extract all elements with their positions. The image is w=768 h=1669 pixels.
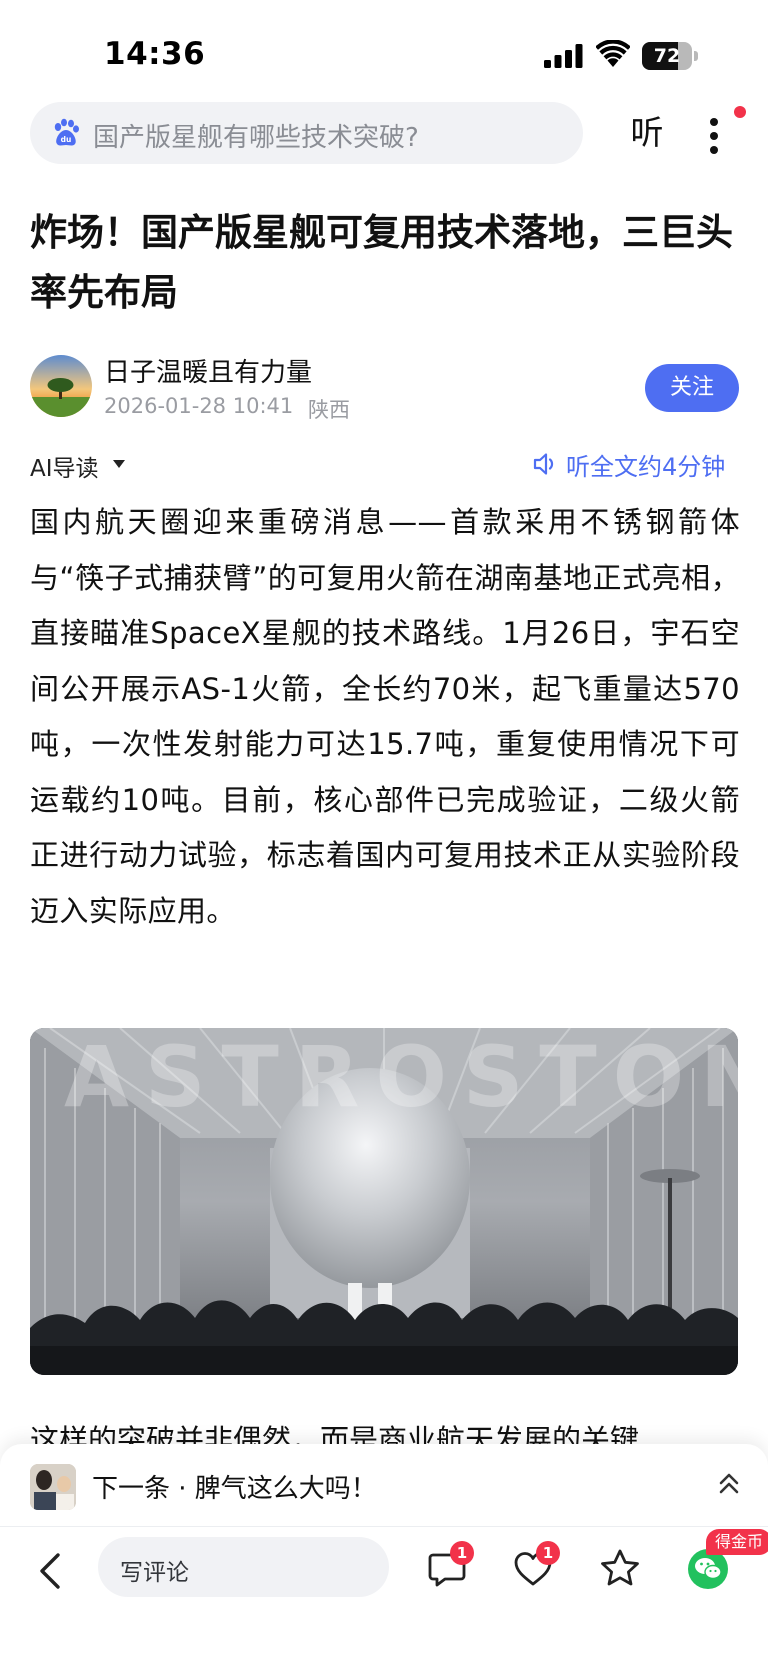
publish-time: 2026-01-28 10:41	[104, 394, 294, 418]
double-chevron-up-icon[interactable]	[716, 1471, 742, 1497]
star-icon[interactable]	[598, 1547, 642, 1591]
earn-coins-badge: 得金币	[706, 1529, 768, 1555]
author-name[interactable]: 日子温暖且有力量	[104, 352, 312, 389]
listen-button[interactable]: 听	[622, 108, 672, 158]
comment-input[interactable]: 写评论	[98, 1537, 389, 1597]
like-count-badge: 1	[536, 1541, 560, 1565]
notification-dot	[734, 106, 746, 118]
article-title: 炸场！国产版星舰可复用技术落地，三巨头率先布局	[30, 211, 733, 314]
battery-indicator: 72	[642, 42, 698, 70]
photo-watermark: ASTROSTONE	[64, 1028, 738, 1126]
baidu-paw-icon: du	[54, 118, 79, 146]
article-screen: 14:36 72 du 国产版星舰有哪些技术突破? 听 炸场！国产版星舰可复用技…	[0, 0, 768, 1669]
article-photo[interactable]: ASTROSTONE	[30, 1028, 738, 1375]
more-menu-button[interactable]	[696, 108, 732, 164]
comment-placeholder: 写评论	[120, 1560, 189, 1586]
search-placeholder: 国产版星舰有哪些技术突破?	[93, 123, 419, 153]
comment-count-badge: 1	[450, 1541, 474, 1565]
next-article-label: 下一条 · 脾气这么大吗！	[92, 1474, 377, 1504]
cellular-signal-icon	[544, 44, 583, 68]
svg-text:du: du	[61, 135, 72, 144]
listen-full-article-button[interactable]: 听全文约4分钟	[532, 447, 742, 481]
wifi-icon	[596, 40, 630, 67]
battery-percent: 72	[653, 45, 681, 67]
status-time: 14:36	[104, 36, 206, 72]
rocket-hangar-photo: ASTROSTONE	[30, 1028, 738, 1375]
search-input[interactable]: du 国产版星舰有哪些技术突破?	[30, 102, 583, 164]
follow-button[interactable]: 关注	[645, 364, 739, 412]
publish-location: 陕西	[308, 398, 350, 422]
next-article-thumbnail	[30, 1464, 76, 1510]
status-bar: 14:36 72	[0, 0, 768, 96]
caret-down-icon	[113, 460, 125, 468]
back-arrow-icon[interactable]	[34, 1549, 68, 1593]
ai-guide-toggle[interactable]: AI导读	[30, 449, 99, 483]
bottom-action-bar: 写评论 1 1 得金币	[0, 1526, 768, 1669]
article-paragraph: 国内航天圈迎来重磅消息——首款采用不锈钢箭体与“筷子式捕获臂”的可复用火箭在湖南…	[30, 505, 740, 928]
listen-full-label: 听全文约4分钟	[566, 453, 726, 481]
author-avatar[interactable]	[30, 355, 92, 417]
speaker-icon	[533, 453, 554, 475]
next-article-bar[interactable]: 下一条 · 脾气这么大吗！	[0, 1444, 768, 1526]
